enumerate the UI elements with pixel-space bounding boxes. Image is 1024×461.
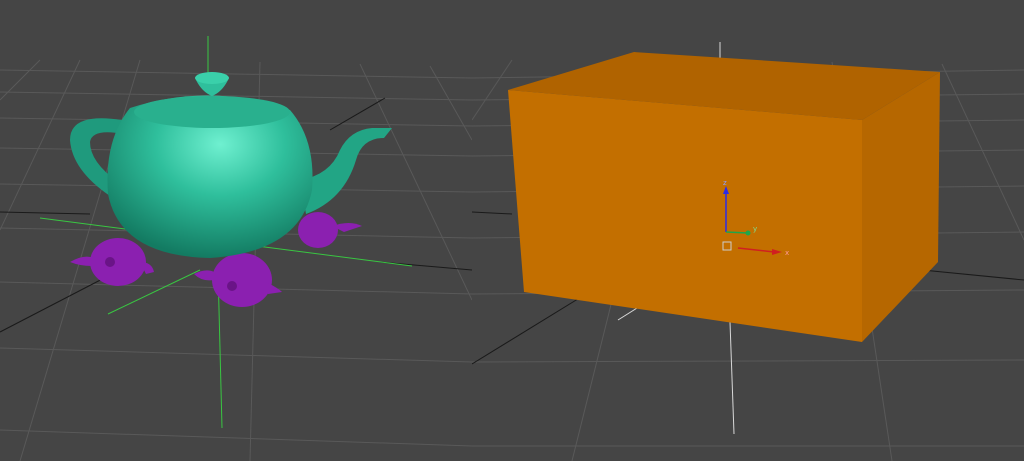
gizmo-x-label: x <box>785 249 789 257</box>
3d-application: z y x <box>0 0 1024 461</box>
right-viewport-canvas[interactable]: z y x <box>472 0 1024 461</box>
gizmo-y-axis[interactable] <box>725 231 749 234</box>
right-perspective-viewport[interactable]: z y x <box>472 0 1024 461</box>
gizmo-y-label: y <box>753 225 757 233</box>
gizmo-z-label: z <box>723 179 727 187</box>
gizmo-y-handle-icon <box>745 230 751 236</box>
teapot-lid <box>134 96 290 128</box>
left-perspective-viewport[interactable] <box>0 0 472 461</box>
left-viewport-canvas[interactable] <box>0 0 472 461</box>
box[interactable] <box>508 52 940 342</box>
